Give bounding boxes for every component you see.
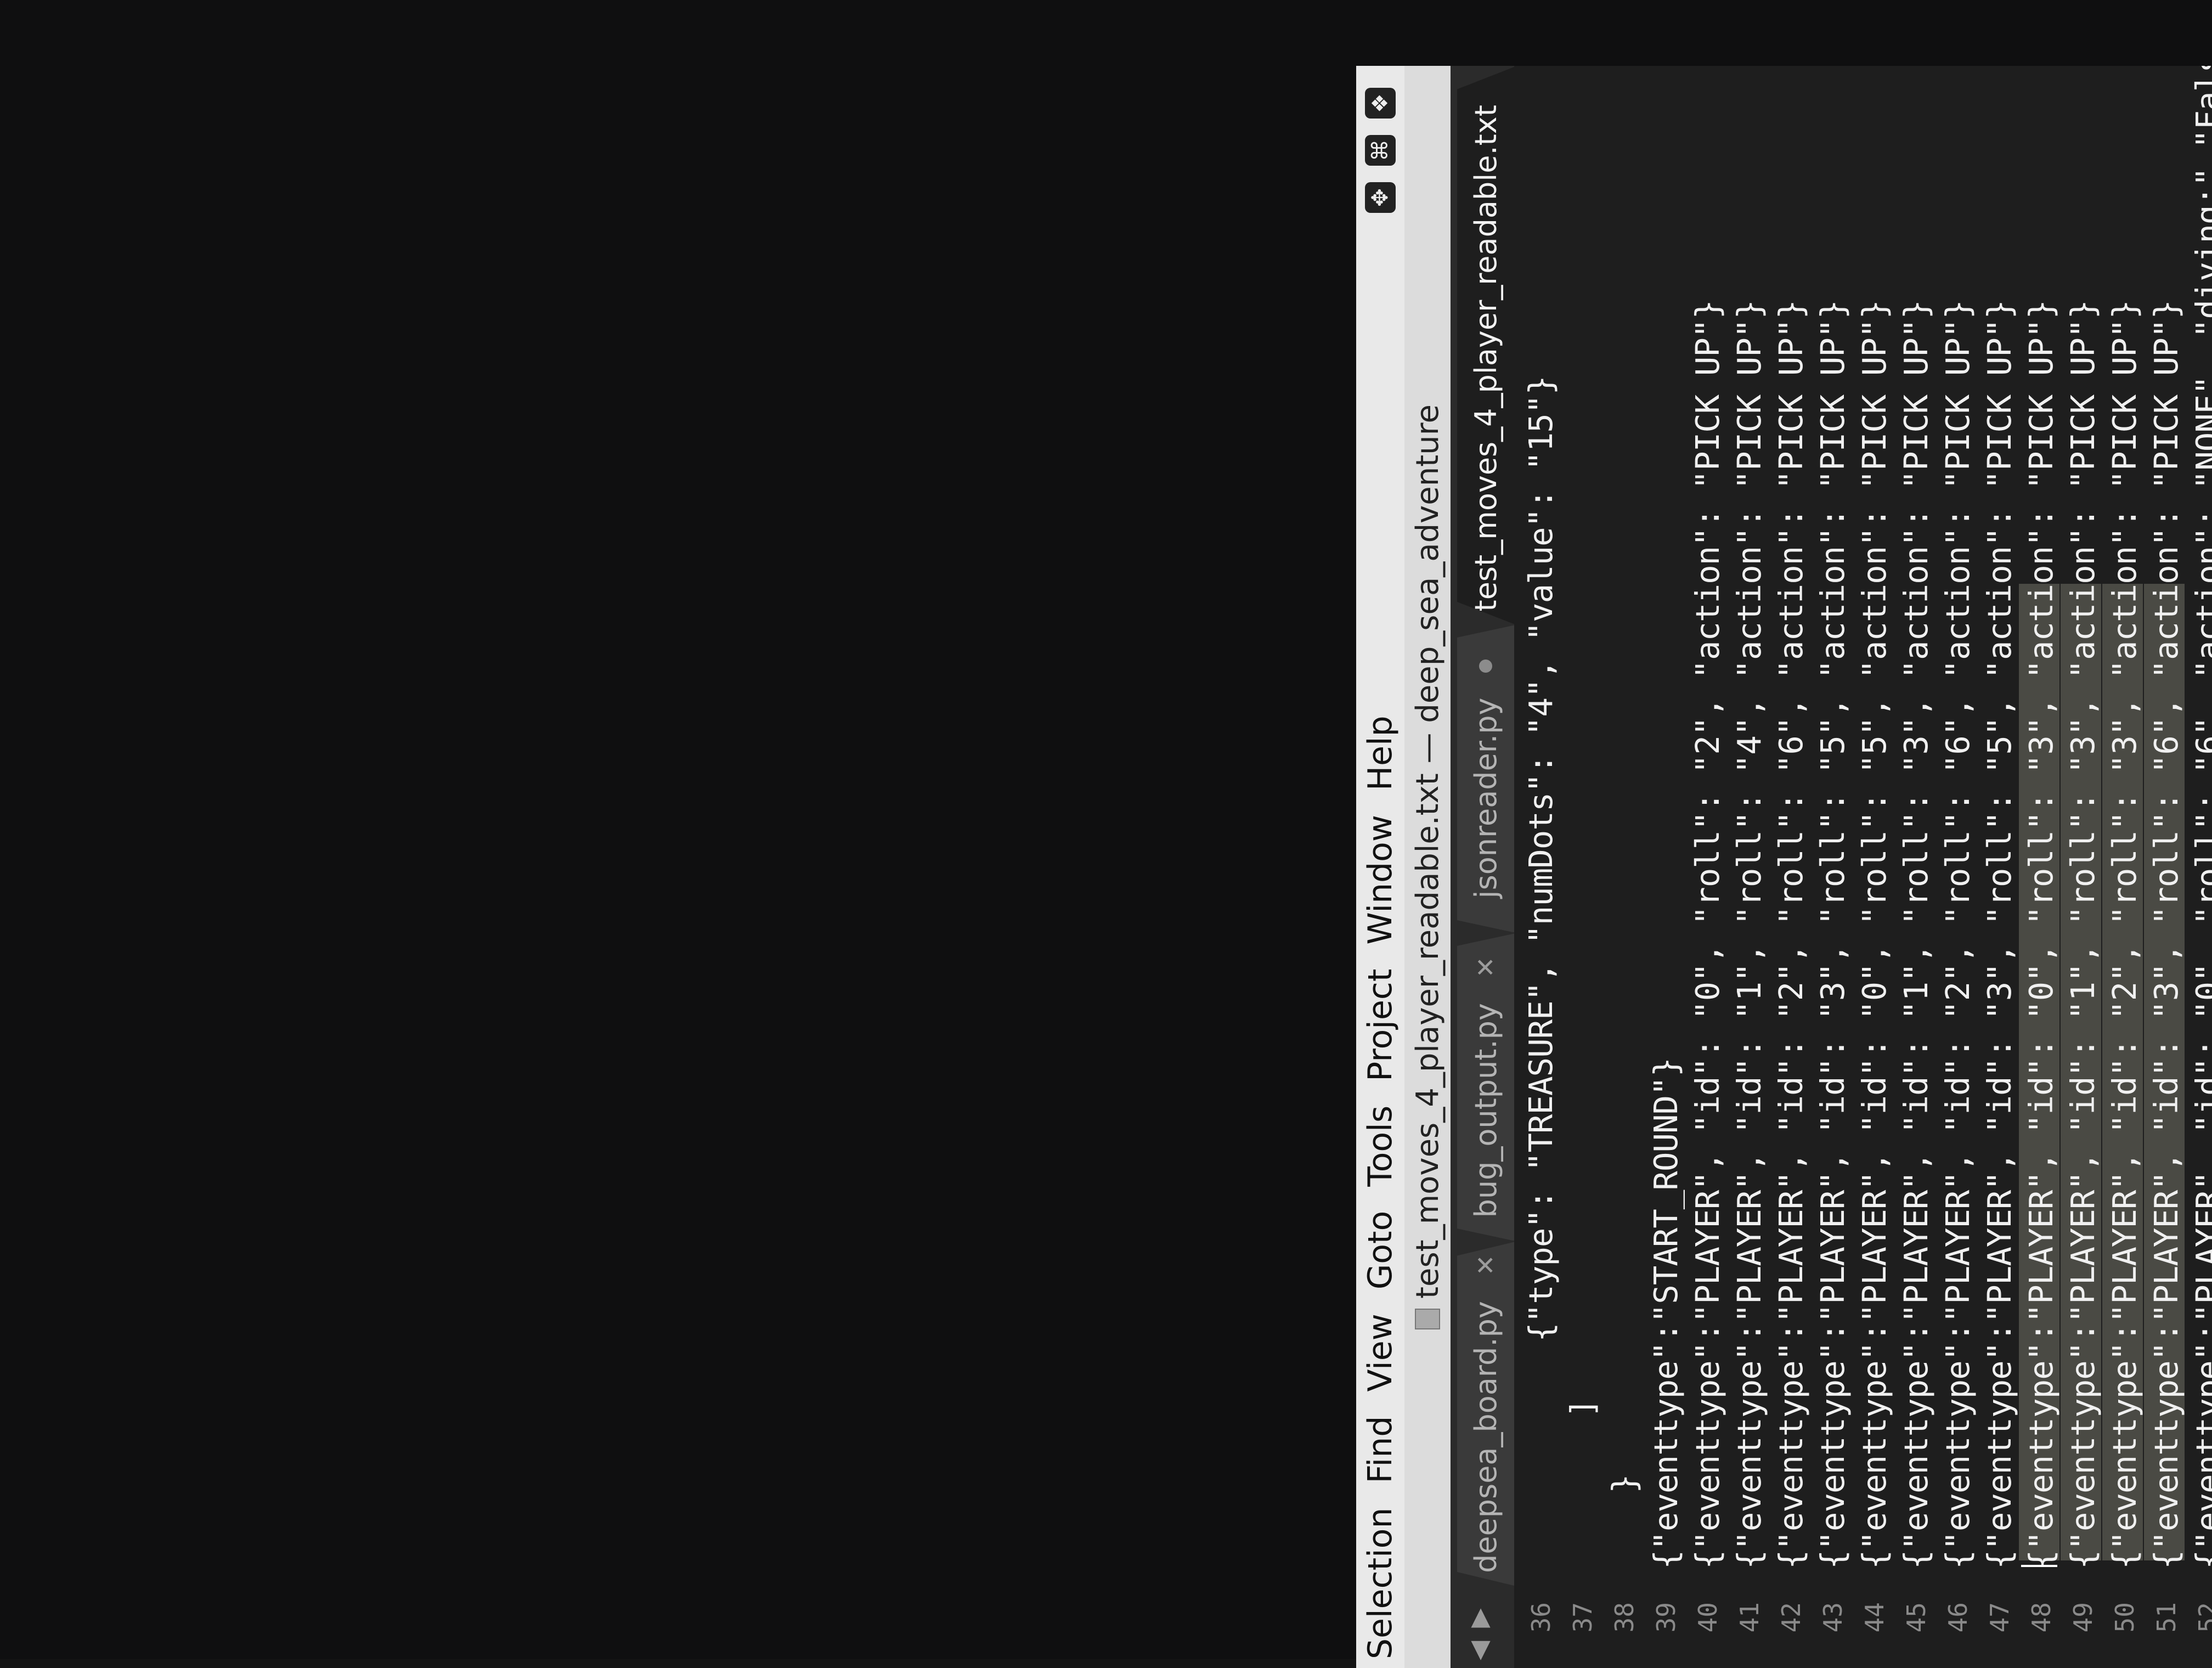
- tab-prev-icon[interactable]: ◀: [1464, 1641, 1493, 1660]
- line-number-gutter: 3637383940414243444546474849505152535455…: [1514, 1586, 2212, 1668]
- line-number: 42: [1776, 1602, 1806, 1633]
- code-line[interactable]: {"eventtype":"PLAYER", "id": "0", "roll"…: [2022, 300, 2060, 1569]
- document-icon: [1415, 1308, 1440, 1329]
- line-number: 36: [1526, 1602, 1556, 1633]
- text-caret: [2021, 1565, 2057, 1567]
- code-line[interactable]: {"type": "TREASURE", "numDots": "4", "va…: [1522, 376, 1560, 1569]
- line-number: 38: [1610, 1602, 1639, 1633]
- menu-goto[interactable]: Goto: [1361, 1211, 1400, 1289]
- line-number: 52: [2193, 1602, 2212, 1633]
- code-line[interactable]: {"eventtype":"PLAYER", "id": "2", "roll"…: [2106, 300, 2143, 1569]
- menu-selection[interactable]: Selection: [1361, 1507, 1400, 1659]
- code-line[interactable]: {"eventtype":"PLAYER", "id": "0", "roll"…: [1689, 300, 1726, 1569]
- line-number: 39: [1651, 1602, 1681, 1633]
- tab-label: bug_output.py: [1468, 1003, 1503, 1218]
- unsaved-dot-icon[interactable]: [1479, 660, 1492, 673]
- tab-label: deepsea_board.py: [1468, 1301, 1503, 1573]
- code-line[interactable]: {"eventtype":"PLAYER", "id": "3", "roll"…: [2147, 300, 2185, 1569]
- line-number: 46: [1943, 1602, 1973, 1633]
- code-line[interactable]: {"eventtype":"PLAYER", "id": "1", "roll"…: [1897, 300, 1935, 1569]
- code-line[interactable]: {"eventtype":"PLAYER", "id": "0", "roll"…: [2189, 66, 2212, 1569]
- close-icon[interactable]: ✕: [1471, 957, 1500, 978]
- line-number: 43: [1818, 1602, 1848, 1633]
- code-line[interactable]: {"eventtype":"PLAYER", "id": "2", "roll"…: [1939, 300, 1977, 1569]
- code-line[interactable]: {"eventtype":"PLAYER", "id": "2", "roll"…: [1772, 300, 1810, 1569]
- code-line[interactable]: {"eventtype":"PLAYER", "id": "3", "roll"…: [1814, 300, 1852, 1569]
- menu-tools[interactable]: Tools: [1361, 1106, 1400, 1187]
- menu-find[interactable]: Find: [1361, 1416, 1400, 1484]
- code-line[interactable]: ]: [1564, 1399, 1601, 1569]
- menu-view[interactable]: View: [1361, 1314, 1400, 1391]
- command-key-icon[interactable]: ⌘: [1365, 135, 1396, 166]
- menu-window[interactable]: Window: [1361, 815, 1400, 945]
- line-number: 49: [2068, 1602, 2098, 1633]
- window-title-bar: test_moves_4_player_readable.txt — deep_…: [1404, 66, 1451, 1668]
- line-number: 37: [1568, 1602, 1598, 1633]
- menu-bar: Selection Find View Goto Tools Project W…: [1356, 66, 1404, 1668]
- tab-bug-output[interactable]: bug_output.py ✕: [1457, 934, 1514, 1241]
- tab-bar: ◀ ▶ deepsea_board.py ✕ bug_output.py ✕ j…: [1451, 66, 1514, 1668]
- line-number: 45: [1901, 1602, 1931, 1633]
- code-editor[interactable]: 3637383940414243444546474849505152535455…: [1514, 66, 2212, 1668]
- move-arrows-icon[interactable]: ✥: [1365, 182, 1396, 213]
- line-number: 44: [1860, 1602, 1889, 1633]
- tab-jsonreader[interactable]: jsonreader.py: [1457, 626, 1514, 933]
- code-line[interactable]: {"eventtype":"PLAYER", "id": "1", "roll"…: [2064, 300, 2102, 1569]
- dropbox-icon[interactable]: ❖: [1365, 88, 1396, 119]
- tab-label: test_moves_4_player_readable.txt: [1468, 105, 1503, 612]
- tab-deepsea-board[interactable]: deepsea_board.py ✕: [1457, 1242, 1514, 1586]
- code-line[interactable]: {"eventtype":"PLAYER", "id": "3", "roll"…: [1980, 300, 2018, 1569]
- tab-test-moves[interactable]: test_moves_4_player_readable.txt: [1457, 67, 1514, 624]
- tab-next-icon[interactable]: ▶: [1464, 1608, 1493, 1627]
- line-number: 41: [1735, 1602, 1764, 1633]
- code-line[interactable]: {"eventtype":"PLAYER", "id": "1", "roll"…: [1730, 300, 1768, 1569]
- tab-navigation: ◀ ▶: [1464, 1608, 1493, 1660]
- code-line[interactable]: }: [1605, 1474, 1643, 1569]
- menu-project[interactable]: Project: [1361, 969, 1400, 1081]
- line-number: 50: [2110, 1602, 2140, 1633]
- editor-window: Selection Find View Goto Tools Project W…: [1356, 66, 2212, 1668]
- line-number: 48: [2027, 1602, 2056, 1633]
- tab-label: jsonreader.py: [1468, 697, 1503, 899]
- line-number: 51: [2152, 1602, 2181, 1633]
- menu-help[interactable]: Help: [1361, 715, 1400, 791]
- line-number: 47: [1985, 1602, 2015, 1633]
- code-line[interactable]: {"eventtype":"START_ROUND"}: [1647, 1058, 1685, 1569]
- window-title: test_moves_4_player_readable.txt — deep_…: [1409, 404, 1446, 1299]
- code-line[interactable]: {"eventtype":"PLAYER", "id": "0", "roll"…: [1855, 300, 1893, 1569]
- line-number: 40: [1693, 1602, 1723, 1633]
- close-icon[interactable]: ✕: [1471, 1255, 1500, 1276]
